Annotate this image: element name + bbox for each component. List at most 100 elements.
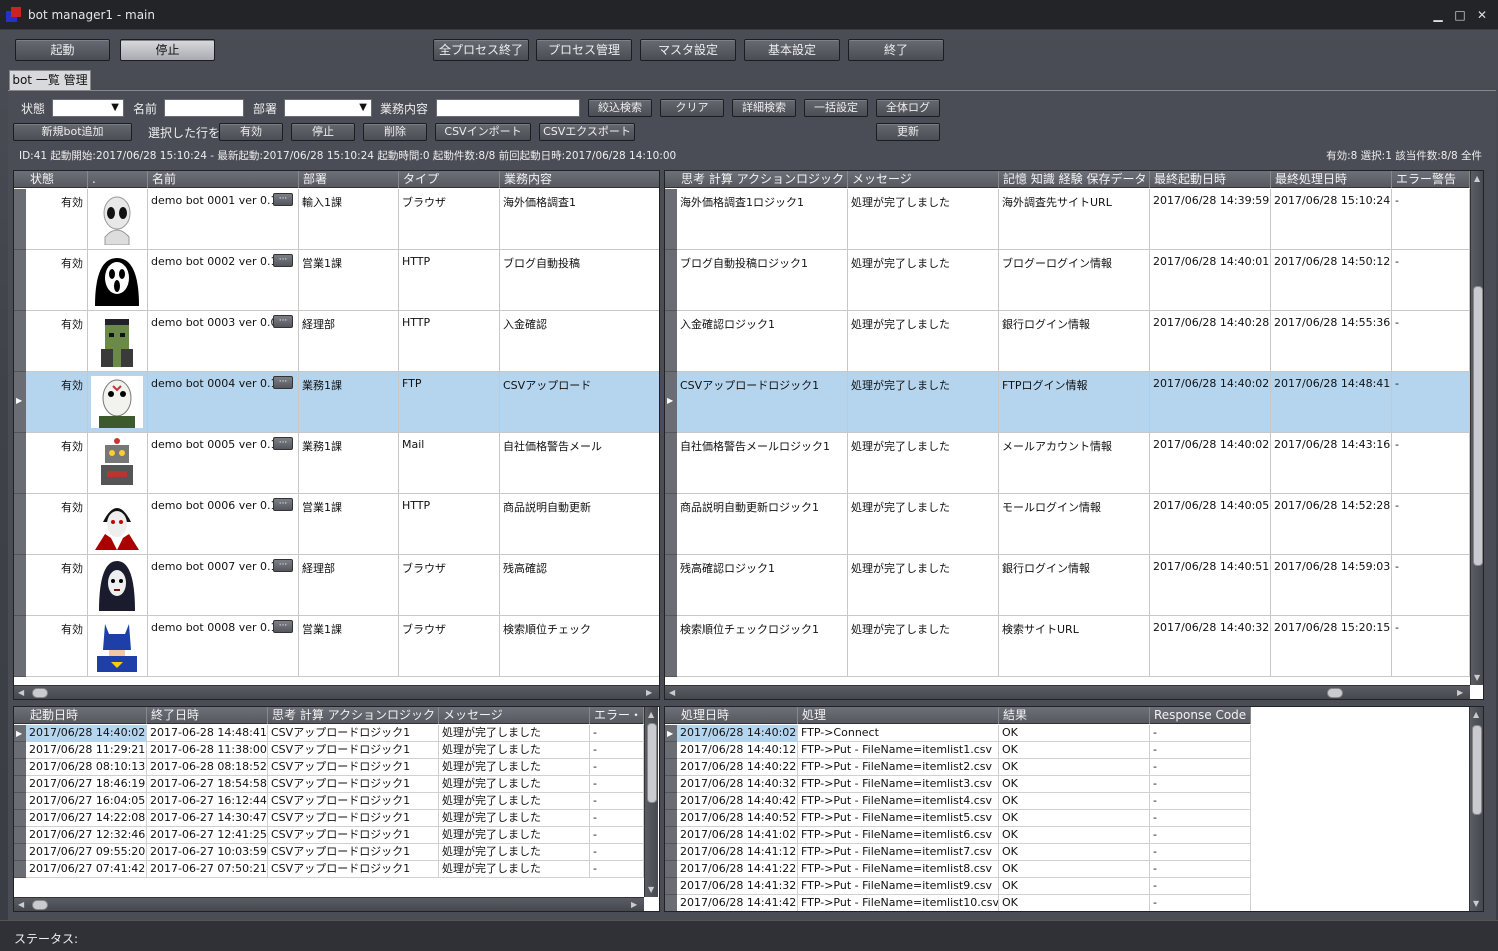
process-row[interactable]: 2017/06/28 14:40:42 FTP->Put - FileName=i…	[677, 793, 1251, 810]
vertical-scrollbar[interactable]: ▲ ▼	[1469, 707, 1483, 911]
start-button[interactable]: 起動	[15, 39, 110, 61]
scroll-left-icon[interactable]: ◀	[18, 688, 24, 697]
row-header[interactable]: ▶	[14, 372, 26, 433]
header-last-process[interactable]: 最終処理日時	[1271, 171, 1392, 188]
row-header[interactable]	[665, 776, 677, 793]
header-logic[interactable]: 思考 計算 アクションロジック	[677, 171, 848, 188]
work-input[interactable]	[436, 99, 580, 117]
vertical-scrollbar[interactable]: ▲ ▼	[1470, 171, 1483, 685]
scroll-thumb[interactable]	[32, 900, 48, 910]
scroll-right-icon[interactable]: ▶	[631, 900, 637, 909]
scroll-right-icon[interactable]: ▶	[1457, 688, 1463, 697]
state-select[interactable]: ▼	[52, 99, 124, 117]
header-state[interactable]: 状態	[26, 171, 88, 188]
row-header[interactable]: ▶	[665, 725, 677, 742]
maximize-icon[interactable]: □	[1452, 7, 1468, 23]
row-header[interactable]	[14, 616, 26, 677]
all-log-button[interactable]: 全体ログ	[876, 99, 940, 117]
bot-row[interactable]: 有効 demo bot 0003 ver 0.05 ··· 経理部 HTTP 入金確認	[26, 311, 659, 372]
close-icon[interactable]: ✕	[1474, 7, 1490, 23]
more-button[interactable]: ···	[273, 376, 293, 389]
row-header[interactable]	[14, 759, 26, 776]
row-header[interactable]	[14, 810, 26, 827]
stop-button[interactable]: 停止	[120, 39, 215, 61]
row-header[interactable]	[665, 189, 677, 250]
history-row[interactable]: 2017/06/27 14:22:08 2017-06-27 14:30:47 CS…	[26, 810, 644, 827]
bot-row[interactable]: 有効 demo bot 0006 ver 0.1 ··· 営業1課 HTTP 商品説明自動…	[26, 494, 659, 555]
process-row[interactable]: 2017/06/28 14:40:12 FTP->Put - FileName=i…	[677, 742, 1251, 759]
row-header[interactable]	[14, 861, 26, 878]
row-header[interactable]	[665, 861, 677, 878]
more-button[interactable]: ···	[273, 498, 293, 511]
process-row[interactable]: 2017/06/28 14:41:12 FTP->Put - FileName=i…	[677, 844, 1251, 861]
enable-button[interactable]: 有効	[219, 123, 283, 141]
row-header[interactable]	[665, 793, 677, 810]
scroll-down-icon[interactable]: ▼	[1474, 673, 1480, 682]
basic-settings-button[interactable]: 基本設定	[744, 39, 840, 61]
row-header[interactable]	[665, 494, 677, 555]
more-button[interactable]: ···	[273, 620, 293, 633]
row-header[interactable]	[665, 742, 677, 759]
header-logic[interactable]: 思考 計算 アクションロジック	[268, 707, 439, 724]
history-row[interactable]: 2017/06/27 18:46:19 2017-06-27 18:54:58 CS…	[26, 776, 644, 793]
history-row[interactable]: 2017/06/28 11:29:21 2017-06-28 11:38:00 CS…	[26, 742, 644, 759]
process-row[interactable]: 2017/06/28 14:40:32 FTP->Put - FileName=i…	[677, 776, 1251, 793]
history-row[interactable]: 2017/06/28 08:10:13 2017-06-28 08:18:52 CS…	[26, 759, 644, 776]
more-button[interactable]: ···	[273, 437, 293, 450]
row-header[interactable]	[665, 895, 677, 911]
bot-row[interactable]: 有効 demo bot 0007 ver 0.1 ··· 経理部 ブラウザ 残高確認	[26, 555, 659, 616]
header-dept[interactable]: 部署	[299, 171, 399, 188]
row-header[interactable]	[665, 433, 677, 494]
header-work[interactable]: 業務内容	[500, 171, 659, 188]
header-message[interactable]: メッセージ	[848, 171, 999, 188]
header-name[interactable]: 名前	[148, 171, 299, 188]
header-last-start[interactable]: 最終起動日時	[1150, 171, 1271, 188]
csv-export-button[interactable]: CSVエクスポート	[539, 123, 635, 141]
row-header[interactable]	[665, 311, 677, 372]
history-row[interactable]: 2017/06/27 16:04:05 2017-06-27 16:12:44 CS…	[26, 793, 644, 810]
row-header[interactable]	[665, 878, 677, 895]
logic-row[interactable]: 商品説明自動更新ロジック1 処理が完了しました モールログイン情報 2017/06/2…	[677, 494, 1470, 555]
row-header[interactable]	[14, 776, 26, 793]
bot-row[interactable]: 有効 demo bot 0001 ver 0.1 ··· 輸入1課 ブラウザ 海外価格調査…	[26, 189, 659, 250]
header-error[interactable]: エラー・..	[590, 707, 644, 724]
row-header[interactable]: ▶	[665, 372, 677, 433]
scroll-thumb[interactable]	[32, 688, 48, 698]
row-header[interactable]	[14, 555, 26, 616]
header-start-time[interactable]: 起動日時	[26, 707, 147, 724]
detail-search-button[interactable]: 詳細検索	[732, 99, 796, 117]
history-row[interactable]: 2017/06/27 07:41:42 2017-06-27 07:50:21 CS…	[26, 861, 644, 878]
clear-button[interactable]: クリア	[660, 99, 724, 117]
tab-bot-list[interactable]: bot 一覧 管理	[9, 70, 91, 90]
row-header[interactable]	[14, 494, 26, 555]
process-row[interactable]: 2017/06/28 14:41:32 FTP->Put - FileName=i…	[677, 878, 1251, 895]
logic-row[interactable]: ブログ自動投稿ロジック1 処理が完了しました ブログーログイン情報 2017/06/2…	[677, 250, 1470, 311]
header-type[interactable]: タイプ	[399, 171, 500, 188]
process-row[interactable]: 2017/06/28 14:40:52 FTP->Put - FileName=i…	[677, 810, 1251, 827]
exit-button[interactable]: 終了	[848, 39, 944, 61]
scroll-left-icon[interactable]: ◀	[18, 900, 24, 909]
logic-row[interactable]: 検索順位チェックロジック1 処理が完了しました 検索サイトURL 2017/06/28…	[677, 616, 1470, 677]
logic-row[interactable]: 入金確認ロジック1 処理が完了しました 銀行ログイン情報 2017/06/28 14:…	[677, 311, 1470, 372]
bot-row[interactable]: 有効 demo bot 0002 ver 0.1 ··· 営業1課 HTTP ブログ自動投…	[26, 250, 659, 311]
scroll-down-icon[interactable]: ▼	[1473, 899, 1479, 908]
row-header[interactable]	[14, 742, 26, 759]
row-header[interactable]	[665, 844, 677, 861]
more-button[interactable]: ···	[273, 559, 293, 572]
horizontal-scrollbar[interactable]: ◀ ▶	[14, 685, 659, 699]
row-header[interactable]	[665, 250, 677, 311]
history-row[interactable]: 2017/06/28 14:40:02 2017-06-28 14:48:41 CS…	[26, 725, 644, 742]
more-button[interactable]: ···	[273, 193, 293, 206]
bulk-settings-button[interactable]: 一括設定	[804, 99, 868, 117]
horizontal-scrollbar[interactable]: ◀ ▶	[14, 897, 644, 911]
process-row[interactable]: 2017/06/28 14:41:42 FTP->Put - FileName=i…	[677, 895, 1251, 911]
master-settings-button[interactable]: マスタ設定	[640, 39, 736, 61]
row-header[interactable]	[665, 616, 677, 677]
row-header[interactable]	[14, 189, 26, 250]
process-row[interactable]: 2017/06/28 14:41:22 FTP->Put - FileName=i…	[677, 861, 1251, 878]
scroll-up-icon[interactable]: ▲	[1474, 174, 1480, 183]
header-response-code[interactable]: Response Code	[1150, 707, 1251, 724]
header-end-time[interactable]: 終了日時	[147, 707, 268, 724]
row-header[interactable]	[14, 827, 26, 844]
horizontal-scrollbar[interactable]: ◀ ▶	[665, 685, 1470, 699]
